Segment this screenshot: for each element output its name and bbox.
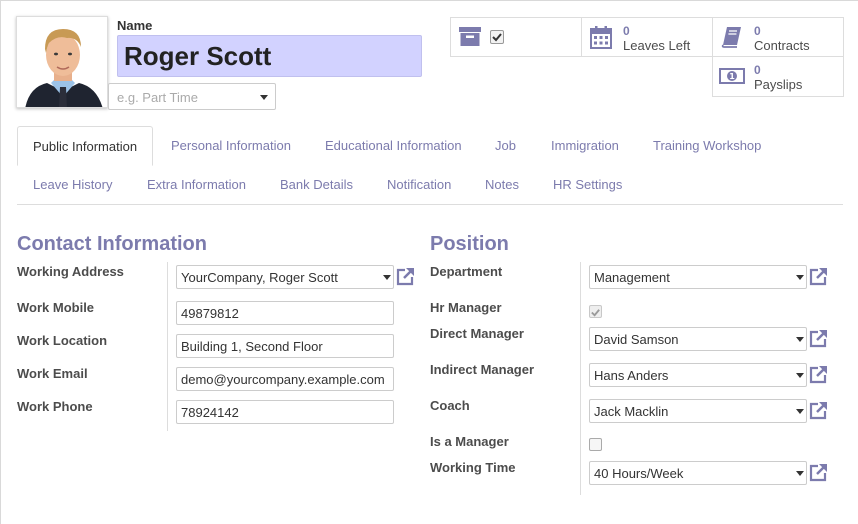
work-email-field[interactable]: demo@yourcompany.example.com <box>176 367 394 391</box>
archive-toggle-button[interactable] <box>450 17 582 57</box>
external-link-icon[interactable] <box>809 267 828 286</box>
chevron-down-icon <box>796 409 804 414</box>
working-address-select[interactable]: YourCompany, Roger Scott <box>176 265 394 289</box>
calendar-icon <box>590 26 612 49</box>
chevron-down-icon <box>383 275 391 280</box>
contact-label-divider <box>167 262 168 431</box>
external-link-icon[interactable] <box>809 329 828 348</box>
direct-manager-label: Direct Manager <box>430 326 524 341</box>
external-link-icon[interactable] <box>809 463 828 482</box>
money-bill-icon: 1 <box>719 68 745 84</box>
checkmark-icon <box>492 33 502 42</box>
job-position-select[interactable]: e.g. Part Time <box>108 83 276 110</box>
contracts-count: 0 <box>754 24 761 38</box>
leaves-label: Leaves Left <box>623 38 691 53</box>
chevron-down-icon <box>796 275 804 280</box>
indirect-manager-select[interactable]: Hans Anders <box>589 363 807 387</box>
is-manager-label: Is a Manager <box>430 434 509 449</box>
contact-information-title: Contact Information <box>17 233 207 255</box>
tab-label: Public Information <box>33 139 138 154</box>
tab-job[interactable]: Job <box>495 138 516 153</box>
work-mobile-field[interactable]: 49879812 <box>176 301 394 325</box>
frame-top-border <box>0 0 858 1</box>
direct-manager-value: David Samson <box>594 332 679 347</box>
leaves-count: 0 <box>623 24 630 38</box>
indirect-manager-value: Hans Anders <box>594 368 669 383</box>
payslips-count: 0 <box>754 63 761 77</box>
tab-extra-information[interactable]: Extra Information <box>147 177 246 192</box>
contracts-button[interactable]: 0 Contracts <box>712 17 844 57</box>
direct-manager-select[interactable]: David Samson <box>589 327 807 351</box>
work-location-field[interactable]: Building 1, Second Floor <box>176 334 394 358</box>
external-link-icon[interactable] <box>809 401 828 420</box>
tab-public-information[interactable]: Public Information <box>17 126 153 166</box>
book-icon <box>721 27 741 48</box>
working-address-label: Working Address <box>17 264 124 279</box>
external-link-icon[interactable] <box>396 267 415 286</box>
tab-immigration[interactable]: Immigration <box>551 138 619 153</box>
working-time-value: 40 Hours/Week <box>594 466 684 481</box>
archive-box-icon <box>459 27 481 46</box>
hr-manager-checkbox[interactable] <box>589 305 602 318</box>
coach-select[interactable]: Jack Macklin <box>589 399 807 423</box>
checkmark-icon <box>591 309 600 317</box>
chevron-down-icon <box>796 337 804 342</box>
tabs-divider <box>17 204 843 205</box>
work-location-label: Work Location <box>17 333 108 348</box>
avatar-photo <box>17 17 107 107</box>
name-label: Name <box>117 18 153 33</box>
chevron-down-icon <box>796 471 804 476</box>
svg-text:1: 1 <box>729 72 735 81</box>
department-select[interactable]: Management <box>589 265 807 289</box>
chevron-down-icon <box>796 373 804 378</box>
work-mobile-label: Work Mobile <box>17 300 95 315</box>
contracts-label: Contracts <box>754 38 810 53</box>
department-value: Management <box>594 270 670 285</box>
position-label-divider <box>580 262 581 495</box>
working-address-value: YourCompany, Roger Scott <box>181 270 338 285</box>
tab-leave-history[interactable]: Leave History <box>33 177 112 192</box>
leaves-button[interactable]: 0 Leaves Left <box>581 17 713 57</box>
hr-manager-label: Hr Manager <box>430 300 502 315</box>
employee-name-field[interactable]: Roger Scott <box>117 35 422 77</box>
payslips-label: Payslips <box>754 77 803 92</box>
employee-avatar[interactable] <box>16 16 108 108</box>
position-title: Position <box>430 233 509 255</box>
tab-hr-settings[interactable]: HR Settings <box>553 177 622 192</box>
indirect-manager-label: Indirect Manager <box>430 362 535 377</box>
work-phone-label: Work Phone <box>17 399 93 414</box>
tab-training-workshop[interactable]: Training Workshop <box>653 138 761 153</box>
working-time-label: Working Time <box>430 460 516 475</box>
tab-educational-information[interactable]: Educational Information <box>325 138 462 153</box>
work-email-label: Work Email <box>17 366 88 381</box>
coach-label: Coach <box>430 398 470 413</box>
working-time-select[interactable]: 40 Hours/Week <box>589 461 807 485</box>
tab-notification[interactable]: Notification <box>387 177 451 192</box>
work-phone-field[interactable]: 78924142 <box>176 400 394 424</box>
job-position-placeholder: e.g. Part Time <box>117 90 198 105</box>
coach-value: Jack Macklin <box>594 404 669 419</box>
tab-bank-details[interactable]: Bank Details <box>280 177 353 192</box>
is-manager-checkbox[interactable] <box>589 438 602 451</box>
tab-notes[interactable]: Notes <box>485 177 519 192</box>
external-link-icon[interactable] <box>809 365 828 384</box>
active-checkbox[interactable] <box>490 30 504 44</box>
tab-personal-information[interactable]: Personal Information <box>171 138 291 153</box>
department-label: Department <box>430 264 503 279</box>
payslips-button[interactable]: 1 0 Payslips <box>712 56 844 97</box>
frame-left-border <box>0 0 1 524</box>
chevron-down-icon <box>260 95 268 100</box>
